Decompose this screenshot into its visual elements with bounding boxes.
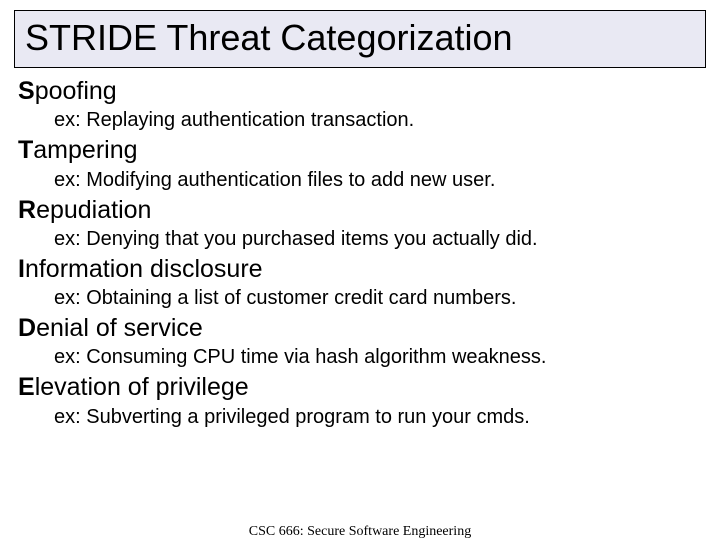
threat-rest: enial of service xyxy=(36,314,203,342)
threat-denial-of-service: Denial of service ex: Consuming CPU time… xyxy=(18,313,702,370)
threat-rest: levation of privilege xyxy=(35,373,249,401)
threat-lead-letter: D xyxy=(18,314,36,342)
threat-example: ex: Replaying authentication transaction… xyxy=(54,107,702,133)
threat-spoofing: Spoofing ex: Replaying authentication tr… xyxy=(18,76,702,133)
threat-rest: nformation disclosure xyxy=(25,255,263,283)
slide-footer: CSC 666: Secure Software Engineering xyxy=(0,524,720,540)
threat-term: Information disclosure xyxy=(18,254,702,285)
threat-example: ex: Obtaining a list of customer credit … xyxy=(54,285,702,311)
threat-term: Tampering xyxy=(18,135,702,166)
threat-repudiation: Repudiation ex: Denying that you purchas… xyxy=(18,195,702,252)
threat-lead-letter: S xyxy=(18,77,35,105)
threat-tampering: Tampering ex: Modifying authentication f… xyxy=(18,135,702,192)
threat-lead-letter: T xyxy=(18,136,33,164)
slide-title-box: STRIDE Threat Categorization xyxy=(14,10,706,68)
threat-example: ex: Modifying authentication files to ad… xyxy=(54,167,702,193)
threat-example: ex: Subverting a privileged program to r… xyxy=(54,404,702,430)
threat-term: Denial of service xyxy=(18,313,702,344)
threat-rest: poofing xyxy=(35,77,117,105)
slide-title: STRIDE Threat Categorization xyxy=(25,17,695,59)
threat-rest: epudiation xyxy=(36,196,151,224)
threat-lead-letter: I xyxy=(18,255,25,283)
threat-term: Repudiation xyxy=(18,195,702,226)
threat-rest: ampering xyxy=(33,136,137,164)
threat-information-disclosure: Information disclosure ex: Obtaining a l… xyxy=(18,254,702,311)
threat-elevation-of-privilege: Elevation of privilege ex: Subverting a … xyxy=(18,372,702,429)
threat-lead-letter: R xyxy=(18,196,36,224)
threat-term: Spoofing xyxy=(18,76,702,107)
threat-example: ex: Denying that you purchased items you… xyxy=(54,226,702,252)
slide-content: Spoofing ex: Replaying authentication tr… xyxy=(0,76,720,430)
threat-lead-letter: E xyxy=(18,373,35,401)
threat-term: Elevation of privilege xyxy=(18,372,702,403)
threat-example: ex: Consuming CPU time via hash algorith… xyxy=(54,344,702,370)
